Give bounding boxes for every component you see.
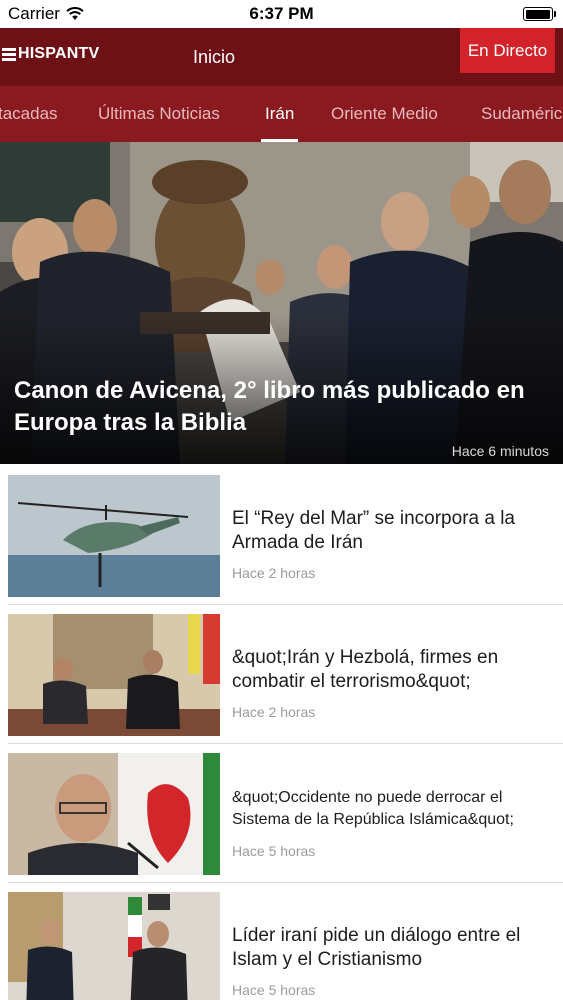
- news-thumbnail: [8, 475, 220, 597]
- hero-story[interactable]: Canon de Avicena, 2° libro más publicado…: [0, 142, 563, 464]
- news-timestamp: Hace 5 horas: [232, 843, 316, 859]
- helicopter-image: [8, 475, 220, 597]
- leader-meeting-image: [8, 892, 220, 1000]
- news-item[interactable]: El “Rey del Mar” se incorpora a la Armad…: [0, 466, 563, 605]
- hispantv-logo[interactable]: HISPANTV: [2, 45, 99, 63]
- hero-timestamp: Hace 6 minutos: [451, 443, 549, 459]
- category-tabs: tacadas Últimas Noticias Irán Oriente Me…: [0, 86, 563, 142]
- menu-icon: [2, 47, 16, 61]
- meeting-image: [8, 614, 220, 736]
- news-item[interactable]: Líder iraní pide un diálogo entre el Isl…: [0, 883, 563, 1000]
- status-bar: Carrier 6:37 PM: [0, 0, 563, 28]
- news-timestamp: Hace 5 horas: [232, 982, 316, 998]
- speaker-image: [8, 753, 220, 875]
- news-title: Líder iraní pide un diálogo entre el Isl…: [232, 925, 521, 970]
- news-timestamp: Hace 2 horas: [232, 704, 316, 720]
- news-title: El “Rey del Mar” se incorpora a la Armad…: [232, 508, 515, 553]
- live-button[interactable]: En Directo: [460, 28, 555, 73]
- news-item[interactable]: &quot;Occidente no puede derrocar el Sis…: [0, 744, 563, 883]
- news-timestamp: Hace 2 horas: [232, 565, 316, 581]
- hero-title: Canon de Avicena, 2° libro más publicado…: [14, 377, 525, 436]
- tab-sudamerica[interactable]: Sudaméric: [481, 86, 562, 142]
- news-thumbnail: [8, 892, 220, 1000]
- news-item[interactable]: &quot;Irán y Hezbolá, firmes en combatir…: [0, 605, 563, 744]
- app-header: HISPANTV Inicio En Directo: [0, 28, 563, 86]
- tab-destacadas[interactable]: tacadas: [0, 86, 58, 142]
- header-title: Inicio: [193, 47, 236, 67]
- battery-icon: [523, 7, 556, 21]
- tab-oriente-medio[interactable]: Oriente Medio: [331, 86, 438, 142]
- battery-level: [525, 9, 550, 19]
- news-title: &quot;Occidente no puede derrocar el Sis…: [232, 789, 514, 828]
- news-title: &quot;Irán y Hezbolá, firmes en combatir…: [232, 647, 499, 692]
- tab-iran[interactable]: Irán: [260, 86, 299, 142]
- status-time: 6:37 PM: [249, 4, 314, 23]
- logo-text: HISPANTV: [18, 45, 100, 62]
- news-thumbnail: [8, 614, 220, 736]
- tab-ultimas-noticias[interactable]: Últimas Noticias: [98, 86, 220, 142]
- news-thumbnail: [8, 753, 220, 875]
